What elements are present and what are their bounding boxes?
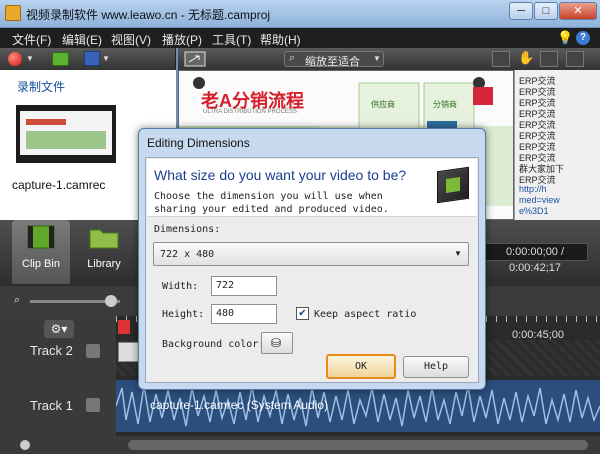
menu-tools[interactable]: 工具(T)	[212, 31, 251, 48]
library-folder-icon	[89, 229, 119, 249]
maximize-button[interactable]: □	[534, 2, 558, 20]
dialog-description: Choose the dimension you will use when s…	[154, 191, 389, 215]
audio-clip-label: capture-1.camrec (System Audio)	[150, 398, 329, 412]
background-color-label: Background color:	[162, 339, 265, 350]
lock-icon[interactable]	[86, 398, 100, 412]
menu-edit[interactable]: 编辑(E)	[62, 31, 102, 48]
track-2-label: Track 2	[30, 343, 73, 358]
timeline-zoom-thumb[interactable]	[105, 295, 117, 307]
gear-icon[interactable]: ⚙▾	[44, 320, 74, 338]
preview-node-supplier: 供应商	[371, 100, 395, 109]
side-link[interactable]: http://h	[519, 184, 547, 194]
height-value: 480	[216, 308, 235, 319]
width-value: 722	[216, 280, 235, 291]
fit-icon[interactable]	[540, 51, 558, 67]
clip-thumbnail[interactable]	[16, 105, 116, 163]
close-button[interactable]: ✕	[559, 2, 597, 20]
scrollbar-thumb[interactable]	[128, 440, 588, 450]
height-label: Height:	[162, 309, 205, 320]
width-field[interactable]: 722	[211, 276, 277, 296]
search-icon: ⌕	[14, 294, 21, 306]
camtasia-logo-icon	[437, 166, 469, 204]
preview-toolbar: ⌕ 缩放至适合 ▼ ✋	[178, 48, 600, 70]
preview-node-distributor: 分销商	[433, 100, 457, 109]
zoom-dropdown[interactable]: ⌕ 缩放至适合 ▼	[284, 51, 384, 68]
menu-bar: 文件(F) 编辑(E) 视图(V) 播放(P) 工具(T) 帮助(H) 💡 ?	[0, 28, 600, 48]
lock-icon[interactable]	[86, 344, 100, 358]
playback-time: 0:00:00;00 / 0:00:42;17	[482, 243, 588, 274]
tab-library-label: Library	[87, 258, 121, 270]
title-bar: 视频录制软件 www.leawo.cn - 无标题.camproj ─ □ ✕	[0, 0, 600, 28]
crop-icon[interactable]	[492, 51, 510, 67]
track-1-label: Track 1	[30, 398, 73, 413]
scroll-knob[interactable]	[20, 440, 30, 450]
side-panel: ERP交流 ERP交流 ERP交流 ERP交流 ERP交流 ERP交流 ERP交…	[514, 70, 600, 220]
side-link[interactable]: med=view	[519, 195, 560, 205]
record-button[interactable]	[8, 52, 22, 66]
clip-name[interactable]: capture-1.camrec	[12, 178, 105, 192]
lightbulb-icon[interactable]: 💡	[557, 30, 573, 46]
menu-view[interactable]: 视图(V)	[111, 31, 151, 48]
tab-library[interactable]: Library	[74, 220, 134, 284]
canvas-size-icon[interactable]	[184, 51, 206, 67]
app-icon	[5, 5, 21, 21]
dialog-question: What size do you want your video to be?	[154, 167, 407, 183]
video-clip[interactable]	[118, 342, 140, 362]
chevron-down-icon[interactable]: ▼	[102, 54, 110, 63]
film-icon	[27, 225, 55, 249]
hand-icon[interactable]: ✋	[518, 50, 534, 66]
chevron-down-icon[interactable]: ▼	[26, 54, 34, 63]
dimensions-label: Dimensions:	[154, 224, 221, 235]
editing-dimensions-dialog: Editing Dimensions What size do you want…	[138, 128, 486, 390]
clip-bin-section-title: 录制文件	[17, 80, 66, 94]
side-link[interactable]: e%3D1	[519, 206, 549, 216]
background-color-button[interactable]: ⛁	[261, 332, 293, 354]
ok-button[interactable]: OK	[326, 354, 396, 379]
zoom-label: 缩放至适合	[305, 56, 360, 68]
help-button[interactable]: Help	[403, 356, 469, 378]
menu-help[interactable]: 帮助(H)	[260, 31, 301, 48]
tab-clip-bin-label: Clip Bin	[22, 258, 60, 270]
dialog-body: What size do you want your video to be? …	[145, 157, 479, 383]
chevron-down-icon: ▼	[373, 54, 381, 63]
menu-file[interactable]: 文件(F)	[12, 31, 51, 48]
clip-bin-toolbar: ▼ ▼	[0, 48, 176, 70]
import-folder-icon[interactable]	[52, 52, 69, 66]
keep-aspect-label: Keep aspect ratio	[314, 309, 417, 320]
fullscreen-icon[interactable]	[566, 51, 584, 67]
preview-subtitle: ULTRA DISTRIBUTION PROCESS	[203, 109, 297, 115]
paint-bucket-icon: ⛁	[271, 336, 282, 350]
logo-mark	[446, 177, 460, 193]
produce-icon[interactable]	[84, 51, 100, 66]
dialog-title: Editing Dimensions	[147, 136, 250, 150]
dimensions-dropdown[interactable]: 722 x 480 ▼	[153, 242, 469, 266]
dimensions-value: 722 x 480	[160, 249, 215, 260]
chevron-down-icon: ▼	[454, 249, 462, 258]
window-title: 视频录制软件 www.leawo.cn - 无标题.camproj	[26, 8, 271, 22]
height-field[interactable]: 480	[211, 304, 277, 324]
help-icon[interactable]: ?	[576, 31, 590, 45]
timeline-scrollbar[interactable]	[0, 436, 600, 454]
keep-aspect-checkbox[interactable]: ✔	[296, 307, 309, 320]
dialog-header: What size do you want your video to be? …	[147, 159, 477, 217]
menu-play[interactable]: 播放(P)	[162, 31, 202, 48]
playhead[interactable]	[118, 320, 130, 334]
minimize-button[interactable]: ─	[509, 2, 533, 20]
search-icon: ⌕	[289, 52, 296, 64]
width-label: Width:	[162, 281, 199, 292]
tab-clip-bin[interactable]: Clip Bin	[12, 220, 70, 284]
